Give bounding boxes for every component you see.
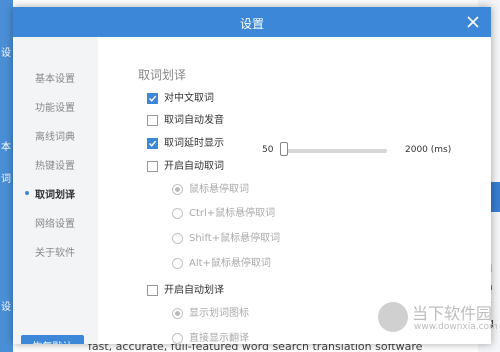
background-tab — [490, 182, 500, 212]
sidebar-item-basic[interactable]: 基本设置 — [35, 70, 75, 85]
background-app-sidebar: 设 本 词 设 — [0, 0, 13, 352]
option-label: 显示划词图标 — [189, 308, 249, 319]
checkbox-icon[interactable] — [147, 161, 158, 172]
background-text: 本 — [1, 142, 11, 153]
checkbox-checked-icon[interactable] — [147, 93, 158, 104]
watermark-text: 当下软件园 — [412, 304, 493, 323]
option-label: 取词自动发音 — [164, 115, 224, 126]
restore-defaults-button[interactable]: 恢复默认 — [21, 335, 84, 344]
option-label: 开启自动划译 — [164, 285, 224, 296]
radio-selected-icon[interactable] — [172, 184, 183, 195]
option-label: 开启自动取词 — [164, 161, 224, 172]
sidebar-item-network[interactable]: 网络设置 — [35, 215, 75, 230]
dialog-titlebar[interactable]: 设置 — [13, 7, 491, 37]
watermark-url: www.downxia.com — [414, 322, 498, 332]
settings-dialog: 设置 基本设置 功能设置 离线词典 热键设置 取词划译 网络设置 关于软件 恢复… — [13, 7, 491, 344]
option-label: 直接显示翻译 — [189, 333, 249, 344]
checkbox-icon[interactable] — [147, 285, 158, 296]
background-text: 设 — [1, 48, 11, 59]
checkbox-icon[interactable] — [147, 115, 158, 126]
close-icon — [467, 16, 479, 28]
watermark: 当下软件园 www.downxia.com — [378, 296, 498, 340]
delay-slider-min-label: 50 — [262, 145, 274, 155]
radio-icon[interactable] — [172, 333, 183, 344]
option-label: Shift+鼠标悬停取词 — [189, 233, 281, 244]
option-label: 鼠标悬停取词 — [189, 184, 249, 195]
sidebar-item-word-capture[interactable]: 取词划译 — [35, 186, 75, 201]
radio-icon[interactable] — [172, 208, 183, 219]
settings-sidebar: 基本设置 功能设置 离线词典 热键设置 取词划译 网络设置 关于软件 恢复默认 — [13, 37, 98, 344]
close-button[interactable] — [463, 12, 483, 32]
radio-icon[interactable] — [172, 233, 183, 244]
delay-slider-handle[interactable] — [280, 142, 288, 156]
delay-slider-max-label: 2000 (ms) — [405, 145, 452, 155]
option-label: 取词延时显示 — [164, 138, 224, 149]
dialog-title: 设置 — [239, 17, 264, 31]
section-title: 取词划译 — [138, 68, 187, 82]
background-text: 设 — [1, 302, 11, 313]
radio-icon[interactable] — [172, 258, 183, 269]
sidebar-item-hotkeys[interactable]: 热键设置 — [35, 157, 75, 172]
checkbox-checked-icon[interactable] — [147, 138, 158, 149]
sidebar-item-features[interactable]: 功能设置 — [35, 99, 75, 114]
delay-slider-track[interactable] — [281, 149, 387, 153]
background-text: 词 — [1, 174, 11, 185]
option-label: Alt+鼠标悬停取词 — [189, 258, 271, 269]
sidebar-item-about[interactable]: 关于软件 — [35, 244, 75, 259]
watermark-logo-icon — [378, 302, 408, 332]
option-label: 对中文取词 — [164, 93, 214, 104]
active-indicator-dot — [25, 191, 29, 195]
sidebar-item-offline-dictionary[interactable]: 离线词典 — [35, 128, 75, 143]
option-label: Ctrl+鼠标悬停取词 — [189, 208, 276, 219]
radio-selected-icon[interactable] — [172, 308, 183, 319]
